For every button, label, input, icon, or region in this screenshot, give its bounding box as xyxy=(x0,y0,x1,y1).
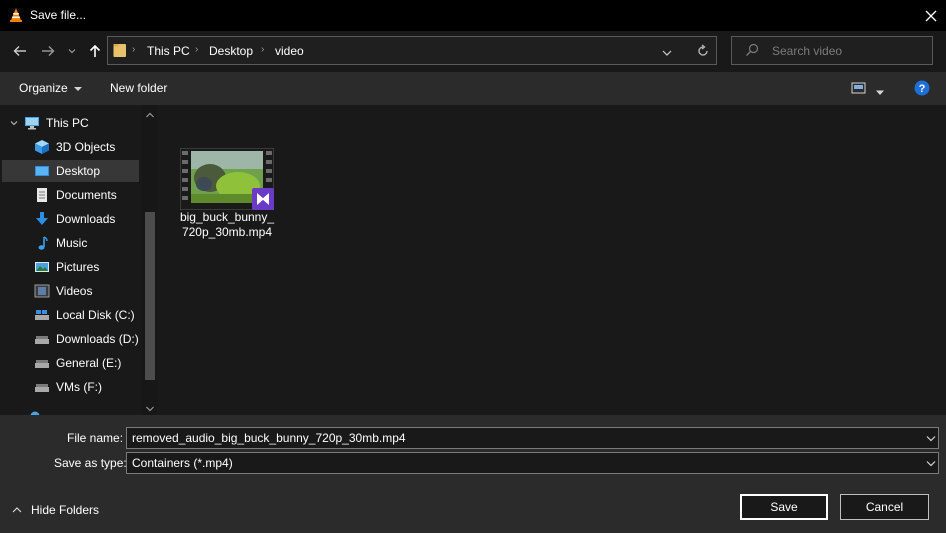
search-icon xyxy=(745,43,759,57)
hide-folders-label: Hide Folders xyxy=(31,503,100,517)
close-icon xyxy=(925,10,937,21)
scroll-down-button[interactable] xyxy=(145,402,155,412)
drive-icon xyxy=(34,379,50,395)
new-folder-button[interactable]: New folder xyxy=(110,81,167,95)
save-as-type-dropdown-button[interactable] xyxy=(926,458,936,468)
view-icon xyxy=(851,82,866,94)
file-name-label: File name: xyxy=(67,431,124,445)
music-icon xyxy=(34,235,50,251)
breadcrumb-separator: › xyxy=(132,44,136,55)
desktop-icon xyxy=(34,163,50,179)
file-item[interactable]: big_buck_bunny_ 720p_30mb.mp4 xyxy=(175,143,279,243)
sidebar-item-videos[interactable]: Videos xyxy=(2,280,139,302)
cancel-button[interactable]: Cancel xyxy=(840,494,929,520)
organize-label: Organize xyxy=(19,81,68,95)
scrollbar-thumb[interactable] xyxy=(145,212,155,380)
file-name-input[interactable]: removed_audio_big_buck_bunny_720p_30mb.m… xyxy=(126,427,939,449)
save-as-type-value: Containers (*.mp4) xyxy=(132,456,233,470)
save-as-type-select[interactable]: Containers (*.mp4) xyxy=(126,452,939,474)
up-button[interactable] xyxy=(84,40,106,62)
file-name: big_buck_bunny_ 720p_30mb.mp4 xyxy=(175,210,279,240)
chevron-up-icon xyxy=(146,112,154,118)
sidebar-item-vms-f[interactable]: VMs (F:) xyxy=(2,376,139,398)
sidebar-item-label: General (E:) xyxy=(56,356,122,370)
sidebar-item-this-pc[interactable]: This PC xyxy=(2,112,139,134)
view-options-button[interactable] xyxy=(851,81,867,95)
breadcrumb-video[interactable]: video xyxy=(275,44,304,58)
sidebar-item-label: Videos xyxy=(56,284,93,298)
sidebar-item-label: VMs (F:) xyxy=(56,380,102,394)
drive-icon xyxy=(34,355,50,371)
save-button[interactable]: Save xyxy=(740,494,828,520)
breadcrumb-separator: › xyxy=(195,44,199,55)
vlc-cone-icon xyxy=(8,7,24,23)
chevron-down-icon xyxy=(68,49,76,54)
sidebar-item-label: Music xyxy=(56,236,88,250)
address-bar[interactable] xyxy=(107,36,717,65)
help-icon: ? xyxy=(914,80,930,96)
window-title: Save file... xyxy=(30,8,87,22)
cube-icon xyxy=(34,139,50,155)
videos-icon xyxy=(34,283,50,299)
back-button[interactable] xyxy=(9,40,31,62)
address-history-button[interactable] xyxy=(662,46,674,56)
refresh-icon xyxy=(698,44,708,56)
sidebar-item-local-disk-c[interactable]: Local Disk (C:) xyxy=(2,304,139,326)
breadcrumb-this-pc[interactable]: This PC xyxy=(147,44,190,58)
arrow-right-icon xyxy=(42,46,55,56)
recent-locations-button[interactable] xyxy=(64,40,80,62)
breadcrumb-separator: › xyxy=(261,44,265,55)
refresh-button[interactable] xyxy=(694,42,712,60)
file-name-line: big_buck_bunny_ xyxy=(179,210,275,224)
chevron-down-icon xyxy=(146,406,154,412)
chevron-up-icon xyxy=(12,507,22,513)
sidebar-item-downloads-d[interactable]: Downloads (D:) xyxy=(2,328,139,350)
sidebar-item-desktop[interactable]: Desktop xyxy=(2,160,139,182)
file-name-line: 720p_30mb.mp4 xyxy=(181,225,273,239)
organize-button[interactable]: Organize xyxy=(19,81,83,95)
sidebar-item-label: This PC xyxy=(46,116,89,130)
sidebar-item-documents[interactable]: Documents xyxy=(2,184,139,206)
document-icon xyxy=(34,187,50,203)
forward-button[interactable] xyxy=(37,40,59,62)
sidebar-item-label: Downloads xyxy=(56,212,116,226)
chevron-down-icon xyxy=(926,460,936,466)
view-dropdown-button[interactable] xyxy=(875,85,885,95)
sidebar-item-3d-objects[interactable]: 3D Objects xyxy=(2,136,139,158)
sidebar-item-label: Pictures xyxy=(56,260,100,274)
folder-icon xyxy=(113,42,127,58)
download-icon xyxy=(34,211,50,227)
sidebar-item-pictures[interactable]: Pictures xyxy=(2,256,139,278)
dropdown-arrow-icon xyxy=(74,87,83,91)
chevron-down-icon xyxy=(662,50,672,56)
scroll-up-button[interactable] xyxy=(145,108,155,118)
chevron-down-icon xyxy=(926,435,936,441)
file-name-dropdown-button[interactable] xyxy=(926,433,936,443)
file-name-value: removed_audio_big_buck_bunny_720p_30mb.m… xyxy=(132,431,406,445)
computer-icon xyxy=(24,115,40,131)
video-file-icon xyxy=(179,147,275,211)
sidebar-item-music[interactable]: Music xyxy=(2,232,139,254)
sidebar-item-label: Desktop xyxy=(56,164,101,178)
save-as-type-label: Save as type: xyxy=(54,456,127,470)
title-bar xyxy=(0,0,946,31)
sidebar-item-label: Downloads (D:) xyxy=(56,332,139,346)
svg-text:?: ? xyxy=(919,83,926,95)
sidebar-item-downloads[interactable]: Downloads xyxy=(2,208,139,230)
sidebar-item-label: 3D Objects xyxy=(56,140,116,154)
pictures-icon xyxy=(34,259,50,275)
drive-icon xyxy=(34,307,50,323)
breadcrumb-desktop[interactable]: Desktop xyxy=(209,44,253,58)
search-placeholder: Search video xyxy=(772,44,843,58)
arrow-up-icon xyxy=(89,44,101,57)
sidebar-item-general-e[interactable]: General (E:) xyxy=(2,352,139,374)
sidebar-item-label: Local Disk (C:) xyxy=(56,308,135,322)
sidebar-item-label: Documents xyxy=(56,188,117,202)
arrow-left-icon xyxy=(13,46,26,56)
help-button[interactable]: ? xyxy=(914,80,930,96)
dropdown-arrow-icon xyxy=(876,90,884,95)
close-button[interactable] xyxy=(916,0,946,31)
hide-folders-button[interactable]: Hide Folders xyxy=(12,503,99,517)
drive-icon xyxy=(34,331,50,347)
